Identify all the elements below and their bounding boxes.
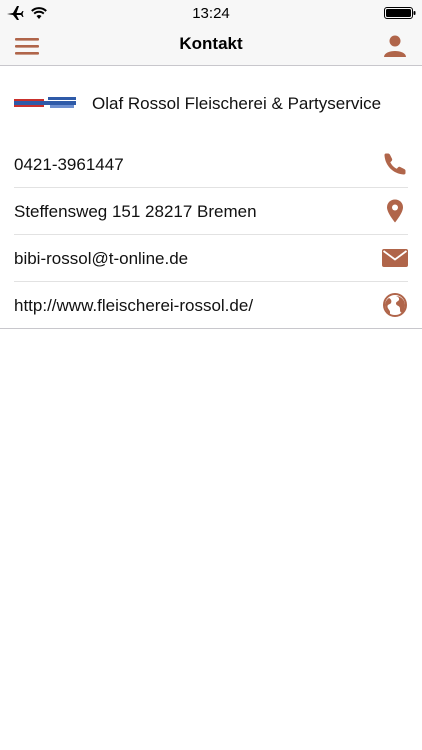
company-logo [14, 97, 76, 108]
phone-icon[interactable] [382, 151, 408, 177]
page-title: Kontakt [179, 34, 243, 53]
location-pin-icon[interactable] [382, 198, 408, 224]
company-name: Olaf Rossol Fleischerei & Partyservice [92, 94, 382, 113]
globe-icon[interactable] [382, 292, 408, 318]
email-address[interactable]: bibi-rossol@t-online.de [14, 249, 188, 269]
contact-row-address[interactable]: Steffensweg 151 28217 Bremen [0, 188, 422, 235]
address[interactable]: Steffensweg 151 28217 Bremen [14, 202, 257, 222]
contact-list: 0421-3961447 Steffensweg 151 28217 Breme… [0, 141, 422, 329]
status-time: 13:24 [192, 5, 230, 22]
phone-number[interactable]: 0421-3961447 [14, 155, 124, 175]
mail-icon[interactable] [381, 245, 409, 271]
website-url[interactable]: http://www.fleischerei-rossol.de/ [14, 296, 253, 316]
user-icon[interactable] [380, 31, 410, 61]
contact-row-phone[interactable]: 0421-3961447 [0, 141, 422, 188]
battery-icon [384, 7, 416, 19]
contact-row-email[interactable]: bibi-rossol@t-online.de [0, 235, 422, 282]
contact-row-website[interactable]: http://www.fleischerei-rossol.de/ [0, 282, 422, 329]
list-bottom-separator [0, 328, 422, 329]
company-header: Olaf Rossol Fleischerei & Partyservice [0, 80, 422, 126]
status-bar: 13:24 [0, 0, 422, 26]
nav-bar: Kontakt [0, 26, 422, 66]
